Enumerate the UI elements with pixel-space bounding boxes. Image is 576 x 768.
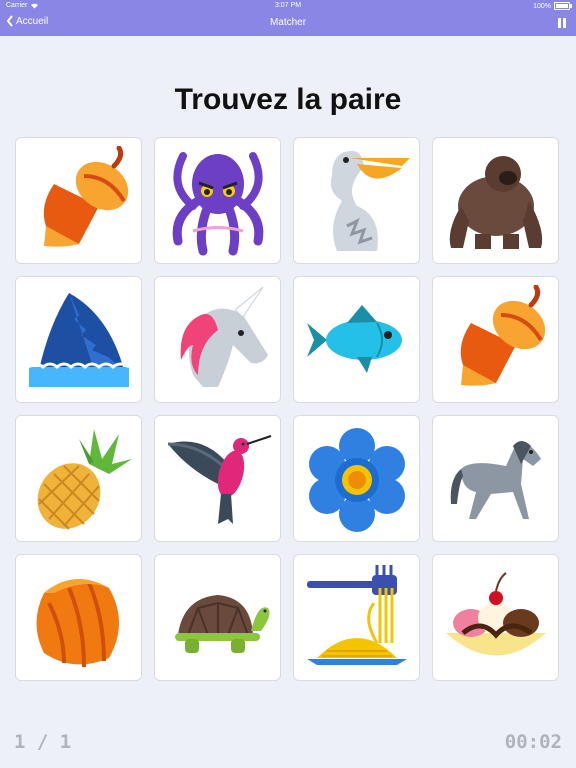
status-right: 100% [533,2,572,10]
status-bar: Carrier 3:07 PM 100% [0,0,576,12]
card-unicorn[interactable] [154,276,281,403]
spaghetti-icon [307,565,407,665]
card-fish[interactable] [293,276,420,403]
card-hummingbird[interactable] [154,415,281,542]
battery-percent: 100% [533,2,551,10]
turtle-icon [175,595,270,653]
card-shark-fin[interactable] [15,276,142,403]
card-pineapple[interactable] [15,415,142,542]
acorn-icon [460,285,546,386]
pause-icon[interactable] [556,17,568,29]
unicorn-icon [180,286,268,387]
card-acorn[interactable] [15,137,142,264]
acorn-icon [43,146,129,247]
octopus-icon [172,152,264,256]
pelican-icon [330,151,410,251]
battery-icon [554,2,572,10]
gorilla-icon [449,156,543,249]
horse-icon [450,441,541,519]
card-banana-split[interactable] [432,554,559,681]
card-pelican[interactable] [293,137,420,264]
card-blue-flower[interactable] [293,415,420,542]
card-turtle[interactable] [154,554,281,681]
card-octopus[interactable] [154,137,281,264]
card-acorn-2[interactable] [432,276,559,403]
nav-title: Matcher [269,17,307,28]
shark-fin-icon [28,293,130,387]
status-time: 3:07 PM [274,2,302,9]
blue-flower-icon [309,428,405,532]
fish-icon [307,305,402,373]
progress-counter: 1 / 1 [14,731,72,753]
page-title: Trouvez la paire [174,83,402,116]
card-hazelnut[interactable] [15,554,142,681]
card-grid [15,137,561,684]
card-horse[interactable] [432,415,559,542]
timer: 00:02 [504,731,562,753]
card-spaghetti[interactable] [293,554,420,681]
nav-bar: Accueil Matcher [0,12,576,36]
hazelnut-icon [36,579,119,668]
pineapple-icon [37,429,132,530]
hummingbird-icon [167,435,272,524]
banana-split-icon [446,572,546,656]
card-gorilla[interactable] [432,137,559,264]
